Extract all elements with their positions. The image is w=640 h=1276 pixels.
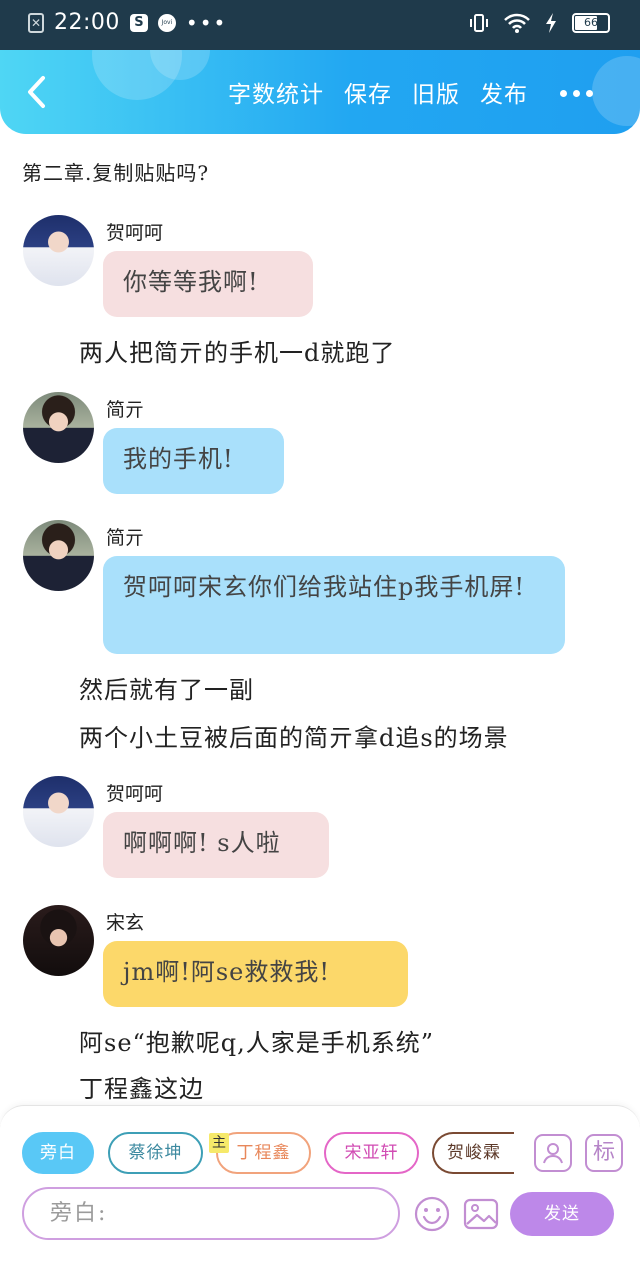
battery-icon: 66 [572, 13, 610, 33]
narration-line[interactable]: 丁程鑫这边 [79, 1069, 204, 1104]
charging-icon [546, 13, 556, 33]
role-chip-he-junlin[interactable]: 贺峻霖 [432, 1132, 514, 1174]
avatar-he-hehe[interactable] [23, 776, 94, 847]
speaker-name: 简亓 [106, 527, 145, 549]
jovi-icon: Jovi [157, 13, 176, 32]
image-button[interactable] [462, 1195, 500, 1233]
send-button[interactable]: 发送 [510, 1192, 614, 1236]
chat-bubble[interactable]: 啊啊啊! s人啦 [103, 812, 329, 878]
more-dot [560, 89, 567, 97]
narration-line[interactable]: 然后就有了一副 [79, 670, 254, 705]
notification-x-icon: ✕ [28, 12, 44, 33]
chat-bubble[interactable]: 我的手机! [103, 428, 284, 494]
avatar-song-xuan[interactable] [23, 905, 94, 976]
role-chip-song-yaxuan[interactable]: 宋亚轩 [324, 1132, 419, 1174]
avatar-he-hehe[interactable] [23, 215, 94, 286]
wifi-icon [504, 13, 530, 33]
tag-button[interactable]: 标 [585, 1134, 623, 1172]
chat-bubble[interactable]: jm啊!阿se救救我! [103, 941, 408, 1007]
person-icon [543, 1143, 563, 1164]
back-button[interactable] [18, 68, 58, 116]
emoji-button[interactable] [413, 1195, 451, 1233]
app-s-icon: S [129, 13, 148, 32]
image-icon [463, 1198, 499, 1230]
narration-line[interactable]: 阿se“抱歉呢q,人家是手机系统” [79, 1023, 434, 1058]
chat-bubble[interactable]: 你等等我啊! [103, 251, 313, 317]
status-time: 22:00 [54, 10, 120, 35]
role-chip-cai-xukun[interactable]: 蔡徐坤 [108, 1132, 203, 1174]
emoji-icon [414, 1196, 450, 1232]
chapter-title: 第二章.复制贴贴吗? [22, 161, 210, 185]
avatar-jian-qi[interactable] [23, 392, 94, 463]
message-input[interactable]: 旁白: [22, 1187, 400, 1240]
vibrate-icon [470, 14, 488, 32]
more-dot [573, 89, 580, 97]
narration-line[interactable]: 两人把简亓的手机一d就跑了 [79, 333, 395, 368]
more-dot [586, 89, 593, 97]
more-options-button[interactable] [560, 78, 600, 108]
speaker-name: 简亓 [106, 399, 145, 421]
old-version-button[interactable]: 旧版 [412, 75, 460, 109]
role-chip-ding-chengxin[interactable]: 丁程鑫 [216, 1132, 311, 1174]
speaker-name: 贺呵呵 [106, 783, 164, 805]
narration-line[interactable]: 两个小土豆被后面的简亓拿d追s的场景 [79, 718, 509, 753]
publish-button[interactable]: 发布 [480, 75, 528, 109]
character-manager-button[interactable] [534, 1134, 572, 1172]
status-bar: ✕ 22:00 S Jovi ••• 66 [0, 0, 640, 50]
speaker-name: 宋玄 [106, 912, 145, 934]
more-notifications-icon: ••• [185, 10, 228, 35]
main-character-badge: 主 [209, 1133, 229, 1153]
speaker-name: 贺呵呵 [106, 222, 164, 244]
role-chip-narrator[interactable]: 旁白 [22, 1132, 94, 1174]
back-arrow-icon [28, 76, 45, 108]
word-count-button[interactable]: 字数统计 [228, 75, 324, 109]
chat-bubble[interactable]: 贺呵呵宋玄你们给我站住p我手机屏! [103, 556, 565, 654]
app-header: 字数统计 保存 旧版 发布 [0, 50, 640, 134]
avatar-jian-qi[interactable] [23, 520, 94, 591]
save-button[interactable]: 保存 [344, 75, 392, 109]
